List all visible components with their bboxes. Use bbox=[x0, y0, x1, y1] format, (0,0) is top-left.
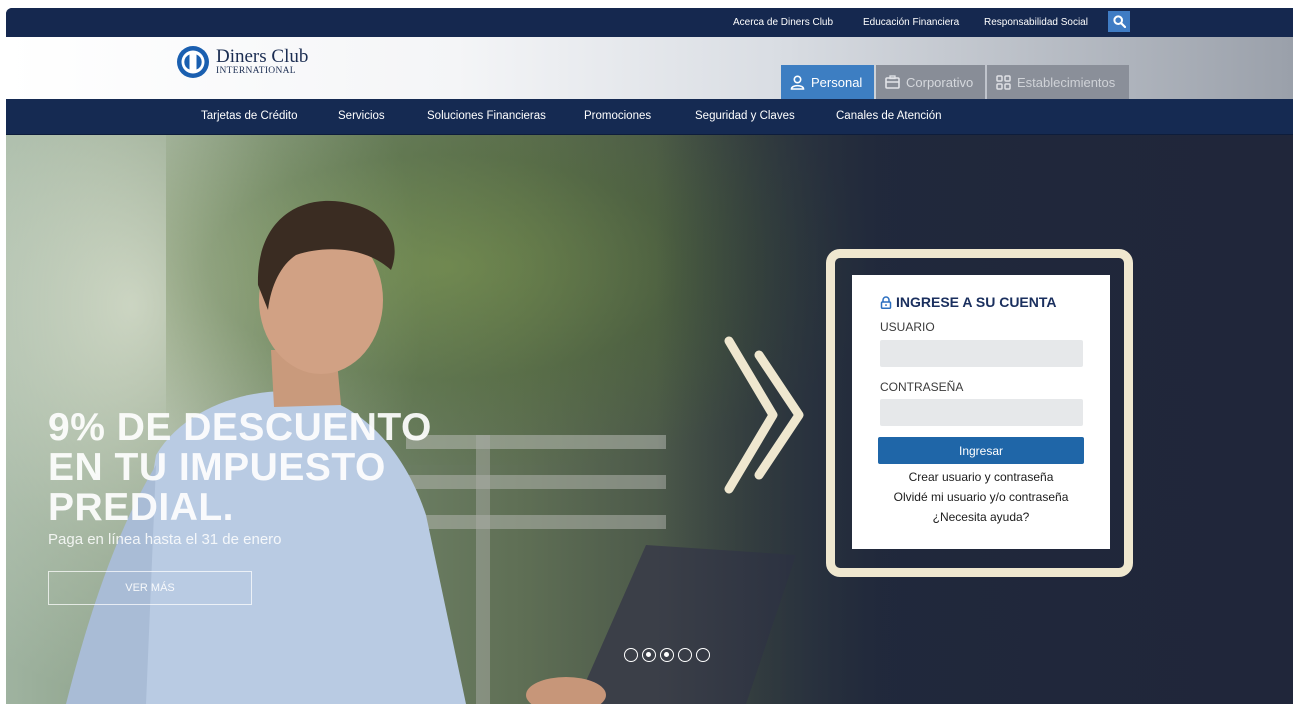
nav-promociones[interactable]: Promociones bbox=[584, 110, 651, 122]
password-label: CONTRASEÑA bbox=[880, 380, 964, 394]
ver-mas-button[interactable]: VER MÁS bbox=[48, 571, 252, 605]
login-card: INGRESE A SU CUENTA USUARIO CONTRASEÑA I… bbox=[852, 275, 1110, 549]
main-nav: Tarjetas de Crédito Servicios Soluciones… bbox=[6, 99, 1293, 135]
utility-bar: Acerca de Diners Club Educación Financie… bbox=[6, 8, 1293, 37]
link-acerca[interactable]: Acerca de Diners Club bbox=[733, 17, 833, 28]
hero-banner: 9% DE DESCUENTO EN TU IMPUESTO PREDIAL. … bbox=[6, 135, 1293, 704]
ingresar-button[interactable]: Ingresar bbox=[878, 437, 1084, 464]
site-header: Diners Club INTERNATIONAL Personal Corpo… bbox=[6, 37, 1293, 99]
login-title: INGRESE A SU CUENTA bbox=[880, 294, 1057, 310]
slider-dot-2[interactable] bbox=[642, 648, 656, 662]
promo-headline: 9% DE DESCUENTO EN TU IMPUESTO PREDIAL. bbox=[48, 408, 468, 528]
slider-dot-5[interactable] bbox=[696, 648, 710, 662]
nav-soluciones[interactable]: Soluciones Financieras bbox=[427, 110, 546, 122]
password-input[interactable] bbox=[880, 399, 1083, 426]
person-icon bbox=[790, 74, 805, 90]
nav-tarjetas[interactable]: Tarjetas de Crédito bbox=[201, 110, 298, 122]
nav-canales[interactable]: Canales de Atención bbox=[836, 110, 942, 122]
nav-servicios[interactable]: Servicios bbox=[338, 110, 385, 122]
logo-subtitle: INTERNATIONAL bbox=[216, 66, 296, 77]
slider-dot-3[interactable] bbox=[660, 648, 674, 662]
promo-subline: Paga en línea hasta el 31 de enero bbox=[48, 531, 282, 548]
search-button[interactable] bbox=[1108, 11, 1130, 32]
help-link[interactable]: ¿Necesita ayuda? bbox=[852, 510, 1110, 524]
search-icon bbox=[1112, 15, 1126, 28]
browser-page: Acerca de Diners Club Educación Financie… bbox=[6, 8, 1293, 704]
headline-line-3: PREDIAL. bbox=[48, 486, 235, 529]
tab-personal[interactable]: Personal bbox=[781, 65, 874, 99]
tab-personal-label: Personal bbox=[811, 74, 863, 90]
link-educacion[interactable]: Educación Financiera bbox=[863, 17, 959, 28]
tab-establecimientos[interactable]: Establecimientos bbox=[987, 65, 1129, 99]
diners-club-logo[interactable]: Diners Club INTERNATIONAL bbox=[176, 45, 308, 79]
create-user-link[interactable]: Crear usuario y contraseña bbox=[852, 470, 1110, 484]
lock-icon bbox=[880, 295, 892, 309]
slider-dot-1[interactable] bbox=[624, 648, 638, 662]
double-chevron-right-icon bbox=[724, 336, 804, 494]
grid-icon bbox=[996, 74, 1011, 90]
link-responsabilidad[interactable]: Responsabilidad Social bbox=[984, 17, 1088, 28]
forgot-credentials-link[interactable]: Olvidé mi usuario y/o contraseña bbox=[852, 490, 1110, 504]
slider-dots bbox=[624, 648, 710, 662]
logo-name: Diners Club bbox=[216, 46, 309, 68]
headline-line-2: EN TU IMPUESTO bbox=[48, 446, 386, 489]
tab-establecimientos-label: Establecimientos bbox=[1017, 74, 1116, 90]
user-label: USUARIO bbox=[880, 320, 935, 334]
tab-corporativo[interactable]: Corporativo bbox=[876, 65, 985, 99]
user-input[interactable] bbox=[880, 340, 1083, 367]
briefcase-icon bbox=[885, 75, 900, 89]
slider-dot-4[interactable] bbox=[678, 648, 692, 662]
nav-seguridad[interactable]: Seguridad y Claves bbox=[695, 110, 795, 122]
tab-corporativo-label: Corporativo bbox=[906, 74, 974, 90]
diners-logo-icon bbox=[177, 46, 209, 78]
login-title-text: INGRESE A SU CUENTA bbox=[896, 294, 1057, 310]
headline-line-1: 9% DE DESCUENTO bbox=[48, 406, 432, 449]
